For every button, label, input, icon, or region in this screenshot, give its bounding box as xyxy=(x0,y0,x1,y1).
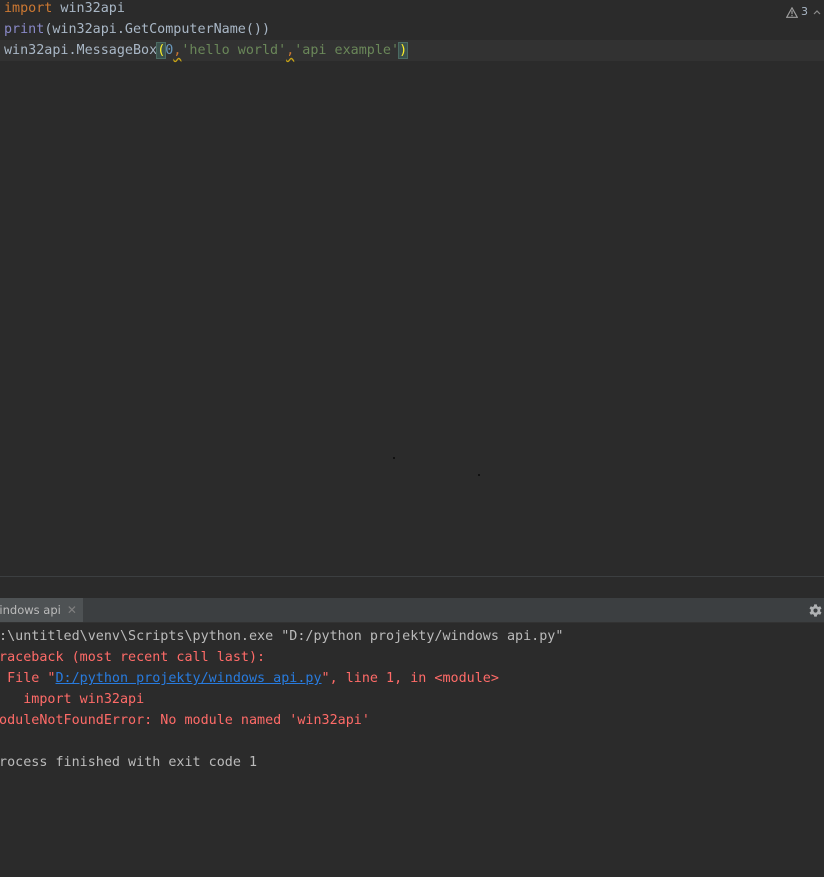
gear-icon[interactable] xyxy=(808,603,823,618)
import-keyword: import xyxy=(4,1,53,16)
run-tool-window-header: windows api ✕ xyxy=(0,598,824,623)
print-args: (win32api.GetComputerName()) xyxy=(44,22,271,37)
hello-world-string: 'hello world' xyxy=(181,43,287,58)
code-line-2[interactable]: print(win32api.GetComputerName()) xyxy=(4,19,270,40)
close-icon[interactable]: ✕ xyxy=(67,604,77,616)
stray-pixel xyxy=(393,457,395,459)
stray-pixel xyxy=(478,474,480,476)
console-traceback-code: import win32api xyxy=(0,692,145,707)
console-exit-status: Process finished with exit code 1 xyxy=(0,755,258,770)
code-line-3[interactable]: win32api.MessageBox(0,'hello world','api… xyxy=(4,40,409,61)
console-traceback-file: File "D:/python projekty/windows api.py"… xyxy=(0,668,499,689)
run-tab-label: windows api xyxy=(0,603,61,617)
console-error-message: ModuleNotFoundError: No module named 'wi… xyxy=(0,713,370,728)
code-editor[interactable]: import win32api print(win32api.GetComput… xyxy=(0,0,824,576)
traceback-file-prefix: File " xyxy=(7,671,56,686)
inspection-widget[interactable]: 3 xyxy=(786,4,808,20)
run-tab[interactable]: windows api ✕ xyxy=(0,598,83,622)
close-paren-match: ) xyxy=(398,42,409,59)
chevron-up-icon[interactable] xyxy=(812,4,822,18)
traceback-file-link[interactable]: D:/python projekty/windows api.py xyxy=(56,671,322,686)
traceback-file-suffix: ", line 1, in <module> xyxy=(321,671,499,686)
api-example-string: 'api example' xyxy=(294,43,400,58)
warning-icon xyxy=(786,6,798,18)
module-name: win32api xyxy=(52,1,125,16)
messagebox-call: win32api.MessageBox xyxy=(4,43,158,58)
code-line-1[interactable]: import win32api xyxy=(4,0,125,19)
warning-count: 3 xyxy=(801,5,808,18)
run-console[interactable]: C:\untitled\venv\Scripts\python.exe "D:/… xyxy=(0,624,824,877)
console-command-line: C:\untitled\venv\Scripts\python.exe "D:/… xyxy=(0,629,564,644)
panel-splitter[interactable] xyxy=(0,576,824,598)
print-builtin: print xyxy=(4,22,45,37)
console-traceback-header: Traceback (most recent call last): xyxy=(0,650,266,665)
